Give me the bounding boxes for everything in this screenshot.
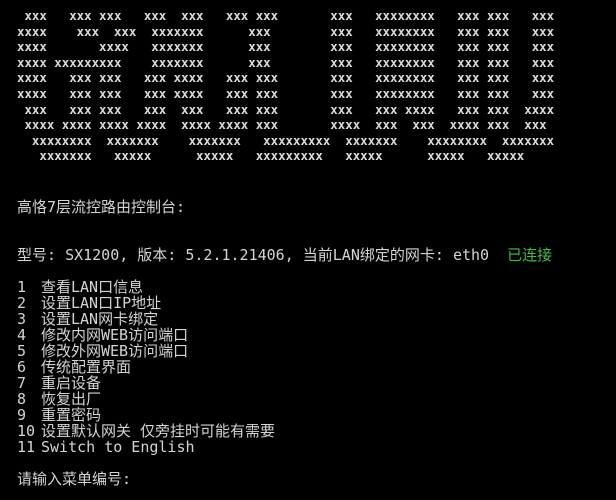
menu-item-switch-english[interactable]: 11 Switch to English [17, 439, 275, 455]
menu-item-number: 8 [17, 390, 27, 408]
menu-item-number: 5 [17, 342, 27, 360]
menu-item-number: 10 [17, 422, 36, 440]
lan-label: , 当前LAN绑定的网卡: [284, 246, 453, 264]
menu-item-label: Switch to English [41, 438, 195, 456]
menu-item-lan-nic-binding[interactable]: 3 设置LAN网卡绑定 [17, 311, 275, 327]
menu-item-default-gateway[interactable]: 10 设置默认网关 仅旁挂时可能有需要 [17, 423, 275, 439]
model-value: SX1200 [65, 246, 120, 264]
connection-status: 已连接 [507, 246, 553, 264]
version-label: , 版本: [119, 246, 186, 264]
terminal-console: xxx xxx xxx xxx xxx xxx xxx xxx xxxxxxxx… [0, 0, 616, 500]
menu-item-number: 6 [17, 358, 27, 376]
version-value: 5.2.1.21406 [185, 246, 285, 264]
menu-item-legacy-config[interactable]: 6 传统配置界面 [17, 359, 275, 375]
ascii-banner: xxx xxx xxx xxx xxx xxx xxx xxx xxxxxxxx… [17, 8, 555, 164]
menu-item-number: 11 [17, 438, 36, 456]
menu-item-reset-password[interactable]: 9 重置密码 [17, 407, 275, 423]
prompt-text: 请输入菜单编号: [17, 470, 132, 488]
menu-item-number: 9 [17, 406, 27, 424]
lan-nic-value: eth0 [452, 246, 490, 264]
menu-item-number: 3 [17, 310, 27, 328]
console-title: 高恪7层流控路由控制台: [17, 198, 186, 216]
menu-item-number: 1 [17, 278, 27, 296]
menu-item-lan-ip[interactable]: 2 设置LAN口IP地址 [17, 295, 275, 311]
menu-item-number: 7 [17, 374, 27, 392]
device-info-line: 型号: SX1200, 版本: 5.2.1.21406, 当前LAN绑定的网卡:… [17, 247, 552, 263]
model-label: 型号: [17, 246, 66, 264]
main-menu: 1 查看LAN口信息 2 设置LAN口IP地址 3 设置LAN网卡绑定 4 修改内网WE… [17, 279, 275, 455]
menu-item-inner-web-port[interactable]: 4 修改内网WEB访问端口 [17, 327, 275, 343]
menu-item-factory-reset[interactable]: 8 恢复出厂 [17, 391, 275, 407]
menu-prompt[interactable]: 请输入菜单编号: [17, 471, 139, 487]
menu-item-outer-web-port[interactable]: 5 修改外网WEB访问端口 [17, 343, 275, 359]
menu-item-number: 4 [17, 326, 27, 344]
menu-item-reboot[interactable]: 7 重启设备 [17, 375, 275, 391]
menu-item-lan-info[interactable]: 1 查看LAN口信息 [17, 279, 275, 295]
menu-item-number: 2 [17, 294, 27, 312]
